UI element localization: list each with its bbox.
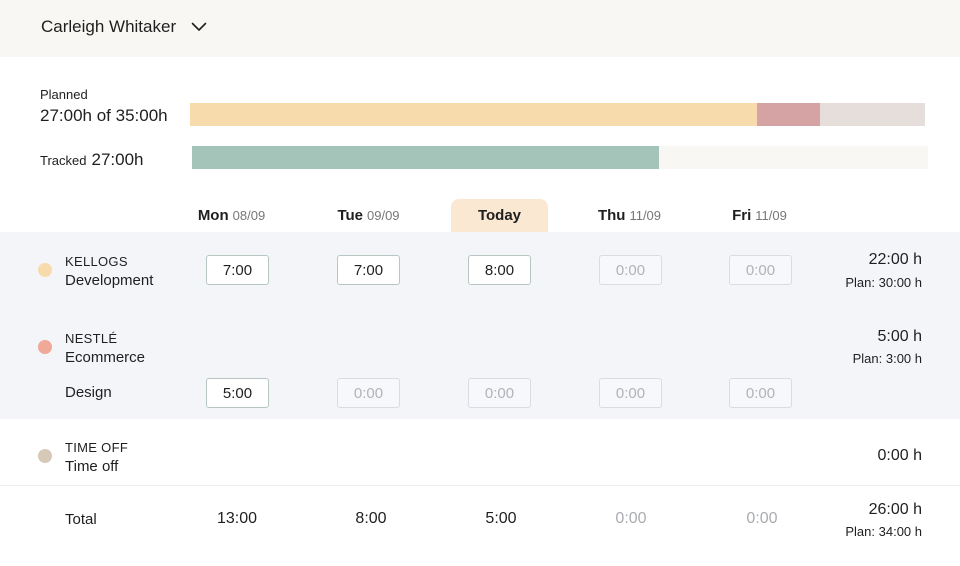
planned-over-segment — [757, 103, 820, 126]
client-color-dot — [38, 449, 52, 463]
tracked-bar-fill — [192, 146, 659, 169]
tracked-progress-bar — [192, 146, 928, 169]
day-header-fri[interactable]: Fri 11/09 — [711, 199, 808, 232]
user-selector[interactable]: Carleigh Whitaker — [41, 17, 208, 37]
total-tue: 8:00 — [355, 510, 387, 527]
day-header-tue[interactable]: Tue 09/09 — [320, 199, 417, 232]
client-name-kellogs: KELLOGS — [65, 254, 128, 269]
day-date: 09/09 — [367, 208, 400, 223]
client-name-time-off: TIME OFF — [65, 440, 129, 455]
planned-bar-segment — [190, 103, 757, 126]
time-cell-design-thu[interactable]: 0:00 — [599, 378, 662, 408]
project-name-development: Development — [65, 272, 154, 289]
day-name: Thu — [597, 207, 626, 224]
total-today: 5:00 — [485, 510, 517, 527]
total-sum: 26:00 h — [868, 501, 922, 518]
row-plan-development: Plan: 30:00 h — [845, 275, 922, 290]
day-name: Mon — [197, 207, 229, 224]
user-name: Carleigh Whitaker — [41, 17, 177, 36]
total-plan: Plan: 34:00 h — [845, 524, 922, 539]
planned-label: Planned — [40, 87, 88, 102]
planned-progress-bar — [190, 103, 925, 126]
day-name: Tue — [337, 207, 363, 224]
total-label: Total — [65, 511, 97, 528]
tracked-label: Tracked — [40, 153, 87, 168]
time-cell-development-mon[interactable]: 7:00 — [206, 255, 269, 285]
total-thu: 0:00 — [615, 510, 647, 527]
top-bar: Carleigh Whitaker — [0, 0, 960, 57]
time-cell-design-tue[interactable]: 0:00 — [337, 378, 400, 408]
task-name-design: Design — [65, 384, 112, 401]
time-cell-design-mon[interactable]: 5:00 — [206, 378, 269, 408]
time-cell-development-fri[interactable]: 0:00 — [729, 255, 792, 285]
day-date: 11/09 — [629, 208, 662, 223]
total-fri: 0:00 — [746, 510, 778, 527]
day-header-mon[interactable]: Mon 08/09 — [183, 199, 280, 232]
tracked-value: 27:00h — [91, 150, 144, 169]
planned-value: 27:00h of 35:00h — [40, 106, 168, 125]
row-sum-ecommerce: 5:00 h — [877, 328, 922, 345]
client-color-dot — [38, 263, 52, 277]
time-cell-design-fri[interactable]: 0:00 — [729, 378, 792, 408]
chevron-down-icon — [190, 18, 208, 36]
day-date: 08/09 — [232, 208, 266, 223]
time-cell-development-tue[interactable]: 7:00 — [337, 255, 400, 285]
project-name-time-off: Time off — [65, 458, 119, 475]
day-date: 11/09 — [755, 208, 787, 223]
total-mon: 13:00 — [216, 510, 258, 527]
project-name-ecommerce: Ecommerce — [65, 349, 146, 366]
time-cell-development-today[interactable]: 8:00 — [468, 255, 531, 285]
day-header-today[interactable]: Today — [451, 199, 548, 232]
time-cell-design-today[interactable]: 0:00 — [468, 378, 531, 408]
total-divider — [0, 485, 960, 486]
client-color-dot — [38, 340, 52, 354]
row-sum-development: 22:00 h — [868, 251, 922, 268]
row-plan-ecommerce: Plan: 3:00 h — [852, 351, 922, 366]
time-cell-development-thu[interactable]: 0:00 — [599, 255, 662, 285]
row-sum-time-off: 0:00 h — [877, 447, 922, 464]
day-name: Fri — [732, 207, 752, 224]
tracked-summary: Tracked 27:00h — [40, 150, 143, 170]
client-name-nestle: NESTLÉ — [65, 331, 118, 346]
day-name: Today — [477, 207, 522, 224]
day-header-thu[interactable]: Thu 11/09 — [581, 199, 678, 232]
